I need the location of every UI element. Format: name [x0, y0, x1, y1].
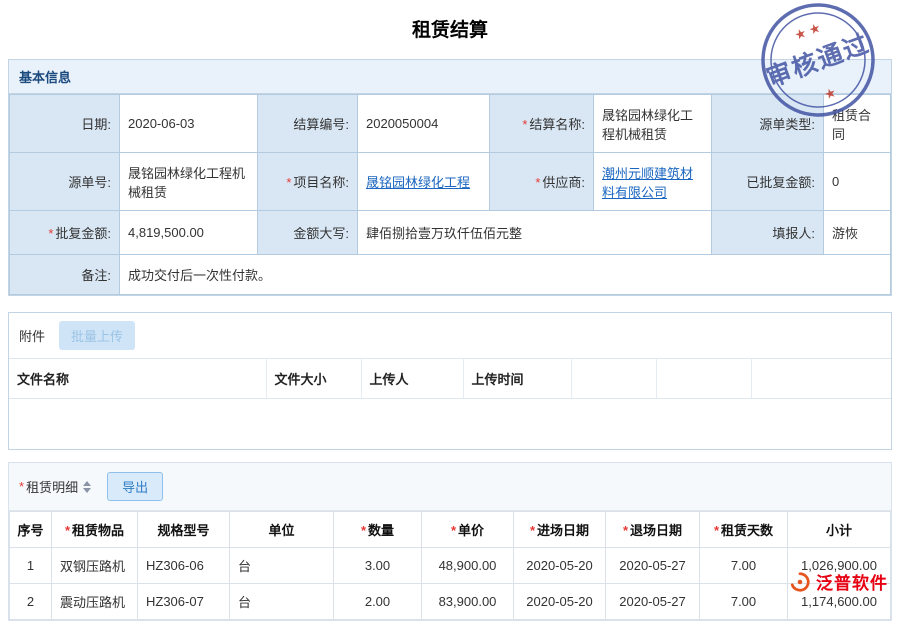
cell-model: HZ306-06 [138, 548, 230, 584]
table-row: 日期: 2020-06-03 结算编号: 2020050004 *结算名称: 晟… [10, 95, 891, 153]
required-mark: * [535, 175, 540, 190]
source-type-label: 源单类型: [712, 95, 824, 153]
source-no-value: 晟铭园林绿化工程机械租赁 [120, 153, 258, 211]
col-days: *租赁天数 [700, 512, 788, 548]
required-mark: * [623, 523, 628, 538]
reporter-label: 填报人: [712, 211, 824, 255]
approved-total-value: 0 [824, 153, 891, 211]
supplier-value: 潮州元顺建筑材料有限公司 [594, 153, 712, 211]
project-link[interactable]: 晟铭园林绿化工程 [366, 175, 470, 190]
rental-detail-header: * 租赁明细 导出 [9, 463, 891, 511]
table-row: 备注: 成功交付后一次性付款。 [10, 255, 891, 295]
table-row: 文件名称 文件大小 上传人 上传时间 [9, 359, 891, 399]
attachments-empty-area [9, 399, 891, 449]
cell-unit: 台 [230, 548, 334, 584]
fanpu-logo: 泛普软件 [789, 569, 888, 594]
table-row: 源单号: 晟铭园林绿化工程机械租赁 *项目名称: 晟铭园林绿化工程 *供应商: … [10, 153, 891, 211]
export-button[interactable]: 导出 [107, 472, 163, 501]
cell-item: 双钢压路机 [52, 548, 138, 584]
cell-qty: 2.00 [334, 584, 422, 620]
required-mark: * [714, 523, 719, 538]
cell-days: 7.00 [700, 584, 788, 620]
attachments-section: 附件 批量上传 文件名称 文件大小 上传人 上传时间 [8, 312, 892, 450]
remark-label: 备注: [10, 255, 120, 295]
basic-info-header: 基本信息 [9, 60, 891, 94]
cell-exit-date: 2020-05-27 [606, 584, 700, 620]
empty-header [571, 359, 656, 399]
col-exit-date: *退场日期 [606, 512, 700, 548]
file-size-header: 文件大小 [266, 359, 361, 399]
cell-enter-date: 2020-05-20 [514, 584, 606, 620]
sort-icon[interactable] [83, 481, 91, 493]
approve-amount-value: 4,819,500.00 [120, 211, 258, 255]
required-mark: * [530, 523, 535, 538]
col-model: 规格型号 [138, 512, 230, 548]
cell-qty: 3.00 [334, 548, 422, 584]
required-mark: * [361, 523, 366, 538]
cell-price: 48,900.00 [422, 548, 514, 584]
required-mark: * [451, 523, 456, 538]
date-value: 2020-06-03 [120, 95, 258, 153]
col-unit: 单位 [230, 512, 334, 548]
fanpu-logo-text: 泛普软件 [816, 569, 888, 594]
project-value: 晟铭园林绿化工程 [358, 153, 490, 211]
cell-seq: 2 [10, 584, 52, 620]
rental-detail-section: * 租赁明细 导出 序号 *租赁物品 规格型号 单位 *数量 *单价 *进场日期… [8, 462, 892, 621]
fanpu-logo-icon [789, 571, 811, 593]
settle-name-value: 晟铭园林绿化工程机械租赁 [594, 95, 712, 153]
attachments-table: 文件名称 文件大小 上传人 上传时间 [9, 358, 891, 399]
col-subtotal: 小计 [788, 512, 891, 548]
required-mark: * [19, 479, 24, 494]
settle-no-label: 结算编号: [258, 95, 358, 153]
required-mark: * [286, 175, 291, 190]
table-row: 2 震动压路机 HZ306-07 台 2.00 83,900.00 2020-0… [10, 584, 891, 620]
supplier-label: *供应商: [490, 153, 594, 211]
page-title: 租赁结算 [0, 0, 900, 55]
supplier-link[interactable]: 潮州元顺建筑材料有限公司 [602, 166, 693, 200]
project-label: *项目名称: [258, 153, 358, 211]
cell-enter-date: 2020-05-20 [514, 548, 606, 584]
amount-words-label: 金额大写: [258, 211, 358, 255]
rental-detail-table: 序号 *租赁物品 规格型号 单位 *数量 *单价 *进场日期 *退场日期 *租赁… [9, 511, 891, 620]
approved-total-label: 已批复金额: [712, 153, 824, 211]
attachments-header: 附件 批量上传 [9, 313, 891, 358]
empty-header [751, 359, 891, 399]
file-name-header: 文件名称 [9, 359, 266, 399]
col-price: *单价 [422, 512, 514, 548]
required-mark: * [48, 226, 53, 241]
empty-header [656, 359, 751, 399]
attachments-title: 附件 [19, 326, 45, 345]
basic-info-section: 基本信息 日期: 2020-06-03 结算编号: 2020050004 *结算… [8, 59, 892, 296]
required-mark: * [522, 117, 527, 132]
source-type-value: 租赁合同 [824, 95, 891, 153]
uploader-header: 上传人 [361, 359, 463, 399]
cell-item: 震动压路机 [52, 584, 138, 620]
col-item: *租赁物品 [52, 512, 138, 548]
reporter-value: 游恢 [824, 211, 891, 255]
approve-amount-label: *批复金额: [10, 211, 120, 255]
batch-upload-button[interactable]: 批量上传 [59, 321, 135, 350]
cell-exit-date: 2020-05-27 [606, 548, 700, 584]
amount-words-value: 肆佰捌拾壹万玖仟伍佰元整 [358, 211, 712, 255]
col-qty: *数量 [334, 512, 422, 548]
col-seq: 序号 [10, 512, 52, 548]
remark-value: 成功交付后一次性付款。 [120, 255, 891, 295]
cell-days: 7.00 [700, 548, 788, 584]
table-row: *批复金额: 4,819,500.00 金额大写: 肆佰捌拾壹万玖仟伍佰元整 填… [10, 211, 891, 255]
cell-model: HZ306-07 [138, 584, 230, 620]
upload-time-header: 上传时间 [463, 359, 571, 399]
cell-price: 83,900.00 [422, 584, 514, 620]
col-enter-date: *进场日期 [514, 512, 606, 548]
source-no-label: 源单号: [10, 153, 120, 211]
required-mark: * [65, 523, 70, 538]
cell-unit: 台 [230, 584, 334, 620]
rental-detail-title: 租赁明细 [26, 477, 78, 496]
date-label: 日期: [10, 95, 120, 153]
settle-name-label: *结算名称: [490, 95, 594, 153]
settle-no-value: 2020050004 [358, 95, 490, 153]
cell-seq: 1 [10, 548, 52, 584]
table-header-row: 序号 *租赁物品 规格型号 单位 *数量 *单价 *进场日期 *退场日期 *租赁… [10, 512, 891, 548]
basic-info-table: 日期: 2020-06-03 结算编号: 2020050004 *结算名称: 晟… [9, 94, 891, 295]
table-row: 1 双钢压路机 HZ306-06 台 3.00 48,900.00 2020-0… [10, 548, 891, 584]
